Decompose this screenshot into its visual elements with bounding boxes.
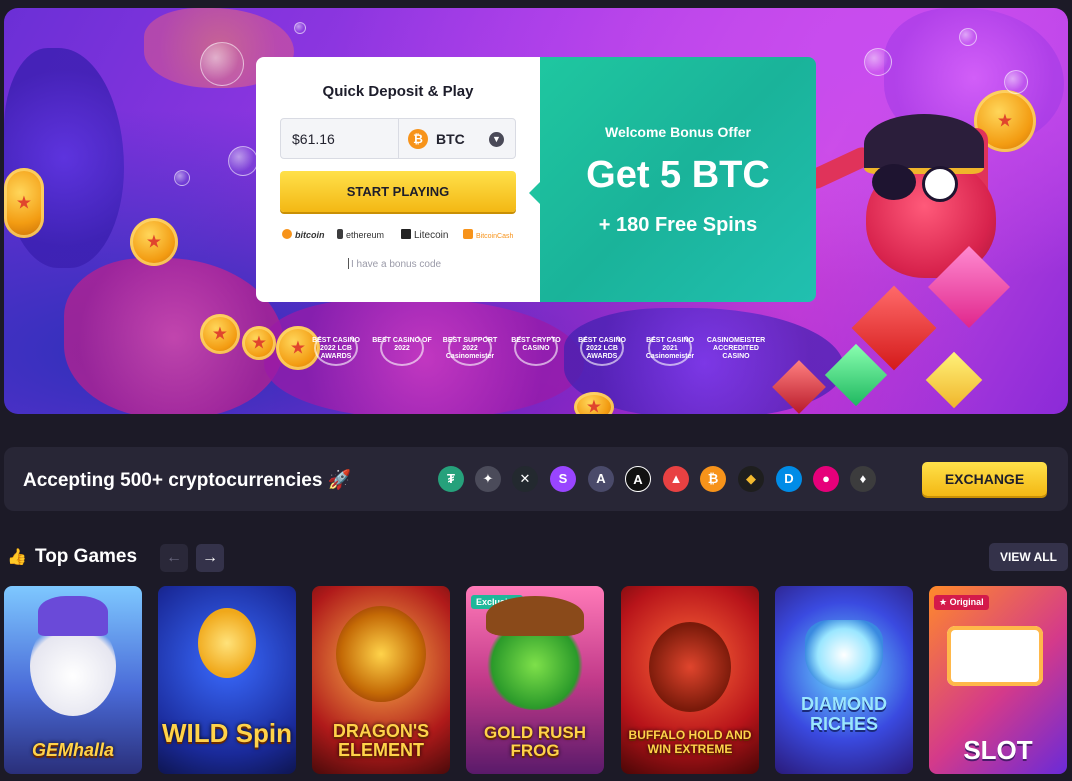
game-title: DIAMOND RICHES: [801, 694, 887, 734]
coin-decoration: [242, 326, 276, 360]
award-badge: BEST CASINO OF 2022: [372, 330, 432, 370]
amount-currency-field: $61.16 ₿ BTC ▼: [280, 118, 516, 159]
coin-decoration: [4, 168, 44, 238]
award-badge: BEST SUPPORT 2022 Casinomeister: [440, 330, 500, 370]
bubble-decoration: [864, 48, 892, 76]
welcome-bonus-label: Welcome Bonus Offer: [605, 124, 751, 140]
game-title: DRAGON'S ELEMENT: [332, 721, 430, 760]
coin-decoration: [200, 314, 240, 354]
crab-eye: [922, 166, 958, 202]
bnb-icon[interactable]: ◆: [738, 466, 764, 492]
next-arrow-button[interactable]: →: [196, 544, 224, 572]
bubble-decoration: [200, 42, 244, 86]
solana-icon[interactable]: S: [550, 466, 576, 492]
ethereum-icon: [337, 229, 343, 239]
pirate-hat: [864, 114, 984, 174]
dragon-art: [336, 606, 426, 702]
bubble-decoration: [1004, 70, 1028, 94]
game-card[interactable]: ★ Original SLOT: [929, 586, 1067, 774]
panel-arrow: [529, 182, 540, 204]
award-badge: BEST CASINO 2022 LCB AWARDS: [306, 330, 366, 370]
eye-patch: [872, 164, 916, 200]
slot-machine-art: [947, 626, 1043, 686]
bitcoin-payment-logo: bitcoin: [282, 229, 325, 240]
original-badge: ★ Original: [934, 595, 989, 610]
algorand-icon[interactable]: A: [625, 466, 651, 492]
bitcoin-icon[interactable]: ₿: [700, 466, 726, 492]
free-spins-text: + 180 Free Spins: [598, 214, 758, 236]
bonus-code-input[interactable]: I have a bonus code: [348, 258, 441, 270]
start-playing-button[interactable]: START PLAYING: [280, 171, 516, 212]
award-badge: CASINOMEISTER ACCREDITED CASINO: [706, 337, 766, 360]
bitcoin-icon: ₿: [408, 129, 428, 149]
thumbs-up-icon: 👍: [7, 549, 27, 566]
game-title: WILD Spin: [162, 718, 292, 748]
dash-icon[interactable]: D: [776, 466, 802, 492]
amount-input[interactable]: $61.16: [292, 131, 335, 147]
tether-icon[interactable]: ₮: [438, 466, 464, 492]
game-card[interactable]: WILD Spin: [158, 586, 296, 774]
litecoin-payment-logo: Litecoin: [401, 229, 448, 241]
award-badge: BEST CRYPTO CASINO: [506, 330, 566, 370]
coin-decoration: [574, 392, 614, 414]
game-card[interactable]: DRAGON'S ELEMENT: [312, 586, 450, 774]
xrp-icon[interactable]: ✕: [512, 466, 538, 492]
game-title: GOLD RUSH FROG: [484, 723, 586, 760]
arweave-icon[interactable]: A: [588, 466, 614, 492]
bubble-decoration: [228, 146, 258, 176]
game-card[interactable]: GEMhalla: [4, 586, 142, 774]
view-all-button[interactable]: VIEW ALL: [989, 543, 1068, 571]
payment-methods: bitcoin ethereum Litecoin BitcoinCash: [282, 229, 522, 243]
bitcoincash-payment-logo: BitcoinCash: [463, 229, 513, 240]
game-card[interactable]: Exclusive GOLD RUSH FROG: [466, 586, 604, 774]
prev-arrow-button[interactable]: ←: [160, 544, 188, 572]
cowboy-hat-art: [486, 596, 584, 636]
text-caret: [348, 258, 349, 269]
bonus-amount: Get 5 BTC: [586, 154, 770, 196]
bubble-decoration: [959, 28, 977, 46]
chevron-down-icon[interactable]: ▼: [489, 132, 504, 147]
welcome-bonus-panel: Welcome Bonus Offer Get 5 BTC + 180 Free…: [540, 57, 816, 302]
avalanche-icon[interactable]: ▲: [663, 466, 689, 492]
litecoin-icon: [401, 229, 411, 239]
stellar-icon[interactable]: ✦: [475, 466, 501, 492]
polkadot-icon[interactable]: ●: [813, 466, 839, 492]
currency-select[interactable]: BTC: [436, 131, 465, 147]
yellow-gem-decoration: [925, 351, 983, 409]
award-badge: BEST CASINO 2022 LCB AWARDS: [572, 330, 632, 370]
dollar-symbol-art: [198, 608, 256, 678]
crypto-title: Accepting 500+ cryptocurrencies 🚀: [23, 470, 352, 491]
divider: [398, 119, 399, 158]
game-title: GEMhalla: [31, 740, 115, 760]
top-games-title: Top Games: [35, 546, 138, 567]
buffalo-art: [649, 622, 731, 712]
game-card[interactable]: BUFFALO HOLD AND WIN EXTREME: [621, 586, 759, 774]
award-badge: BEST CASINO 2021 Casinomeister: [640, 330, 700, 370]
game-title: SLOT: [963, 735, 1033, 765]
game-title: BUFFALO HOLD AND WIN EXTREME: [628, 728, 752, 756]
bitcoincash-icon: [463, 229, 473, 239]
coin-decoration: [130, 218, 178, 266]
bubble-decoration: [294, 22, 306, 34]
crypto-bar: Accepting 500+ cryptocurrencies 🚀 ₮ ✦ ✕ …: [4, 447, 1068, 511]
diamond-art: [805, 620, 883, 690]
awards-row: BEST CASINO 2022 LCB AWARDS BEST CASINO …: [306, 330, 776, 374]
quick-deposit-panel: Quick Deposit & Play $61.16 ₿ BTC ▼ STAR…: [256, 57, 540, 302]
ethereum-payment-logo: ethereum: [337, 229, 384, 240]
viking-helmet-art: [38, 596, 108, 636]
quick-deposit-title: Quick Deposit & Play: [322, 83, 474, 100]
bitcoin-icon: [282, 229, 292, 239]
ethereum-icon[interactable]: ♦: [850, 466, 876, 492]
bubble-decoration: [174, 170, 190, 186]
game-card[interactable]: DIAMOND RICHES: [775, 586, 913, 774]
exchange-button[interactable]: EXCHANGE: [922, 462, 1047, 496]
